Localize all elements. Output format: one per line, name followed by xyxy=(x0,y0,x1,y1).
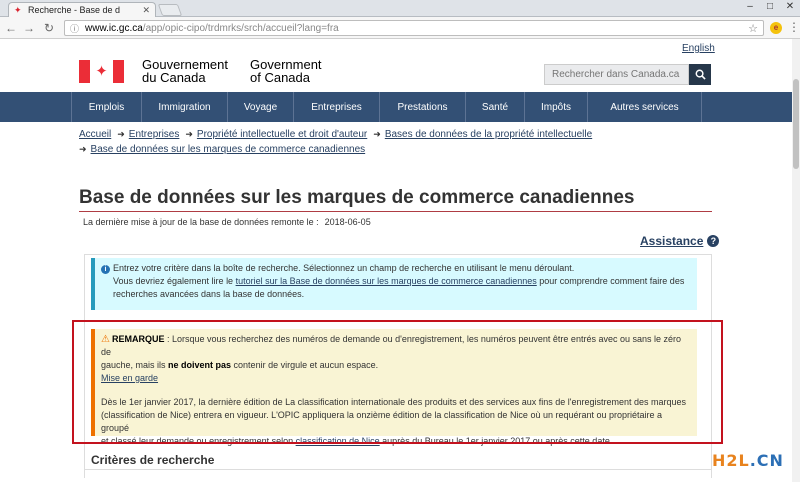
highlight-annotation-frame xyxy=(72,320,723,444)
page-viewport: English ✦ Gouvernement du Canada Governm… xyxy=(0,39,800,482)
search-icon xyxy=(695,69,706,80)
breadcrumb-arrow-icon: ➜ xyxy=(185,129,193,139)
watermark-part1: H2L xyxy=(712,451,750,470)
url-path: /app/opic-cipo/trdmrks/srch/accueil?lang… xyxy=(142,22,339,34)
extension-icon[interactable]: e xyxy=(770,22,782,34)
site-search-button[interactable] xyxy=(689,64,711,85)
canada-flag-icon: ✦ xyxy=(79,59,124,83)
page-scrollbar[interactable] xyxy=(792,39,800,482)
new-tab-button[interactable] xyxy=(157,4,183,16)
assistance-link[interactable]: Assistance ? xyxy=(640,234,720,248)
menu-item-emplois[interactable]: Emplois xyxy=(71,92,141,122)
last-update: La dernière mise à jour de la base de do… xyxy=(83,217,371,227)
signature-english: Government of Canada xyxy=(250,58,322,84)
address-bar[interactable]: ⓘ www.ic.gc.ca/app/opic-cipo/trdmrks/src… xyxy=(64,20,764,36)
site-watermark: H2L.CN xyxy=(712,451,784,470)
watermark-part2: .CN xyxy=(749,451,784,470)
criteria-divider xyxy=(84,469,712,470)
url-text: www.ic.gc.ca/app/opic-cipo/trdmrks/srch/… xyxy=(85,23,748,34)
menu-item-immigration[interactable]: Immigration xyxy=(141,92,227,122)
page-info-icon[interactable]: ⓘ xyxy=(70,22,80,35)
menu-item-voyage[interactable]: Voyage xyxy=(227,92,293,122)
last-update-date: 2018-06-05 xyxy=(324,217,371,227)
browser-tab-bar: ✦ Recherche - Base de d ✕ – □ ✕ xyxy=(0,0,800,17)
info-line2-pre: Vous devriez également lire le xyxy=(113,276,236,286)
site-search-input[interactable] xyxy=(544,64,689,85)
title-divider xyxy=(79,211,712,212)
signature-french: Gouvernement du Canada xyxy=(142,58,228,84)
signature-en-line2: of Canada xyxy=(250,70,310,85)
signature-fr-line2: du Canada xyxy=(142,70,206,85)
breadcrumb-propriete-intellectuelle[interactable]: Propriété intellectuelle et droit d'aute… xyxy=(197,129,367,140)
page-title: Base de données sur les marques de comme… xyxy=(79,187,635,208)
menu-item-entreprises[interactable]: Entreprises xyxy=(293,92,379,122)
breadcrumb-arrow-icon: ➜ xyxy=(373,129,381,139)
menu-item-sante[interactable]: Santé xyxy=(465,92,524,122)
assistance-label: Assistance xyxy=(640,234,704,248)
forward-arrow-icon[interactable]: → xyxy=(22,21,36,35)
maple-leaf-favicon-icon: ✦ xyxy=(14,4,22,15)
last-update-label: La dernière mise à jour de la base de do… xyxy=(83,217,319,227)
main-menu: Emplois Immigration Voyage Entreprises P… xyxy=(0,92,800,122)
breadcrumb-entreprises[interactable]: Entreprises xyxy=(129,129,180,140)
window-controls: – □ ✕ xyxy=(740,0,800,14)
criteria-heading: Critères de recherche xyxy=(91,453,215,467)
url-host: www.ic.gc.ca xyxy=(85,22,143,34)
window-close-icon[interactable]: ✕ xyxy=(780,0,800,14)
browser-menu-icon[interactable]: ⋮ xyxy=(788,21,800,33)
tutoriel-link[interactable]: tutoriel sur la Base de données sur les … xyxy=(236,276,537,286)
breadcrumb-base-marques[interactable]: Base de données sur les marques de comme… xyxy=(91,144,366,155)
breadcrumb-arrow-icon: ➜ xyxy=(79,144,87,154)
info-line2-post: pour comprendre comment faire des xyxy=(536,276,685,286)
language-toggle-link[interactable]: English xyxy=(682,43,715,54)
info-alert: i Entrez votre critère dans la boîte de r… xyxy=(91,258,697,310)
menu-item-impots[interactable]: Impôts xyxy=(524,92,587,122)
bookmark-star-icon[interactable]: ☆ xyxy=(748,22,758,35)
minimize-icon[interactable]: – xyxy=(740,0,760,14)
info-line3: recherches avancées dans la base de donn… xyxy=(113,289,305,299)
government-signature[interactable]: ✦ Gouvernement du Canada Government of C… xyxy=(79,58,322,84)
tab-title: Recherche - Base de d xyxy=(28,5,121,15)
breadcrumb: Accueil ➜ Entreprises ➜ Propriété intellectu… xyxy=(79,127,719,157)
question-circle-icon: ? xyxy=(707,235,720,247)
menu-item-autres-services[interactable]: Autres services xyxy=(587,92,702,122)
scrollbar-thumb[interactable] xyxy=(793,79,799,169)
menu-item-prestations[interactable]: Prestations xyxy=(379,92,465,122)
reload-icon[interactable]: ↻ xyxy=(42,21,56,35)
browser-toolbar: ← → ↻ ⓘ www.ic.gc.ca/app/opic-cipo/trdmr… xyxy=(0,17,800,39)
maximize-icon[interactable]: □ xyxy=(760,0,780,14)
tab-close-icon[interactable]: ✕ xyxy=(142,5,150,16)
breadcrumb-bases-de-donnees[interactable]: Bases de données de la propriété intelle… xyxy=(385,129,592,140)
breadcrumb-accueil[interactable]: Accueil xyxy=(79,129,111,140)
info-circle-icon: i xyxy=(101,265,110,274)
browser-tab[interactable]: ✦ Recherche - Base de d ✕ xyxy=(8,2,156,17)
back-arrow-icon[interactable]: ← xyxy=(4,21,18,35)
info-line1: Entrez votre critère dans la boîte de re… xyxy=(113,263,575,273)
breadcrumb-arrow-icon: ➜ xyxy=(117,129,125,139)
site-search xyxy=(544,64,711,85)
